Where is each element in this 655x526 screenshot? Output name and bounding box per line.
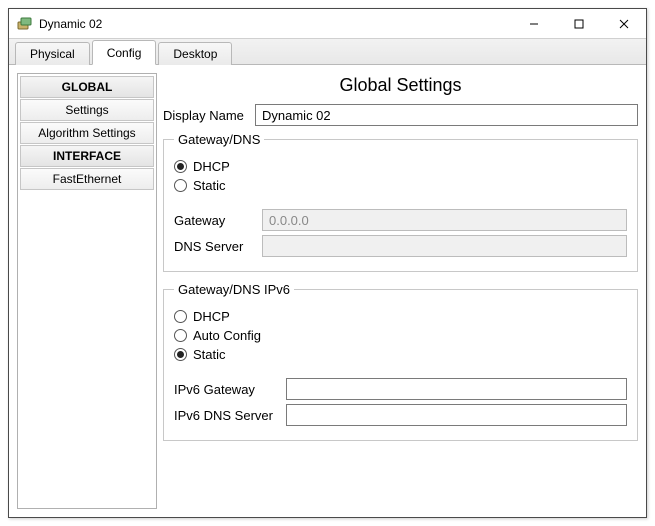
ipv6-dns-row: IPv6 DNS Server: [174, 404, 627, 426]
sidebar-header-interface: INTERFACE: [20, 145, 154, 167]
radio-icon: [174, 160, 187, 173]
gw6-dhcp-label: DHCP: [193, 309, 230, 324]
gw4-dhcp-label: DHCP: [193, 159, 230, 174]
gateway-label: Gateway: [174, 213, 262, 228]
gateway-dns-legend: Gateway/DNS: [174, 132, 264, 147]
gw4-dhcp-option[interactable]: DHCP: [174, 159, 627, 174]
radio-icon: [174, 348, 187, 361]
gw6-static-label: Static: [193, 347, 226, 362]
gw6-auto-option[interactable]: Auto Config: [174, 328, 627, 343]
ipv6-dns-input[interactable]: [286, 404, 627, 426]
ipv6-gateway-label: IPv6 Gateway: [174, 382, 286, 397]
gw6-dhcp-option[interactable]: DHCP: [174, 309, 627, 324]
dns-input: [262, 235, 627, 257]
gw4-static-option[interactable]: Static: [174, 178, 627, 193]
gw6-static-option[interactable]: Static: [174, 347, 627, 362]
tab-desktop[interactable]: Desktop: [158, 42, 232, 65]
sidebar-header-global: GLOBAL: [20, 76, 154, 98]
display-name-row: Display Name: [163, 104, 638, 126]
radio-icon: [174, 329, 187, 342]
ipv6-gateway-row: IPv6 Gateway: [174, 378, 627, 400]
window-title: Dynamic 02: [39, 17, 102, 31]
page-title: Global Settings: [163, 75, 638, 96]
tab-config[interactable]: Config: [92, 40, 157, 65]
app-icon: [17, 16, 33, 32]
display-name-input[interactable]: [255, 104, 638, 126]
radio-icon: [174, 179, 187, 192]
titlebar: Dynamic 02: [9, 9, 646, 39]
sidebar-item-settings[interactable]: Settings: [20, 99, 154, 121]
gw4-static-label: Static: [193, 178, 226, 193]
minimize-button[interactable]: [511, 9, 556, 38]
ipv6-dns-label: IPv6 DNS Server: [174, 408, 286, 423]
sidebar: GLOBAL Settings Algorithm Settings INTER…: [17, 73, 157, 509]
tab-physical[interactable]: Physical: [15, 42, 90, 65]
body: GLOBAL Settings Algorithm Settings INTER…: [9, 65, 646, 517]
window: Dynamic 02 Physical Config Desktop GLOBA…: [8, 8, 647, 518]
maximize-button[interactable]: [556, 9, 601, 38]
dns-row: DNS Server: [174, 235, 627, 257]
gw6-auto-label: Auto Config: [193, 328, 261, 343]
gateway-row: Gateway: [174, 209, 627, 231]
sidebar-item-fastethernet[interactable]: FastEthernet: [20, 168, 154, 190]
close-button[interactable]: [601, 9, 646, 38]
gateway-dns-ipv6-group: Gateway/DNS IPv6 DHCP Auto Config Static…: [163, 282, 638, 441]
ipv6-gateway-input[interactable]: [286, 378, 627, 400]
gateway-dns-ipv6-legend: Gateway/DNS IPv6: [174, 282, 294, 297]
main-panel: Global Settings Display Name Gateway/DNS…: [163, 73, 638, 509]
dns-label: DNS Server: [174, 239, 262, 254]
sidebar-item-algorithm-settings[interactable]: Algorithm Settings: [20, 122, 154, 144]
radio-icon: [174, 310, 187, 323]
tabstrip: Physical Config Desktop: [9, 39, 646, 65]
gateway-dns-group: Gateway/DNS DHCP Static Gateway DNS Serv…: [163, 132, 638, 272]
display-name-label: Display Name: [163, 108, 255, 123]
gateway-input: [262, 209, 627, 231]
